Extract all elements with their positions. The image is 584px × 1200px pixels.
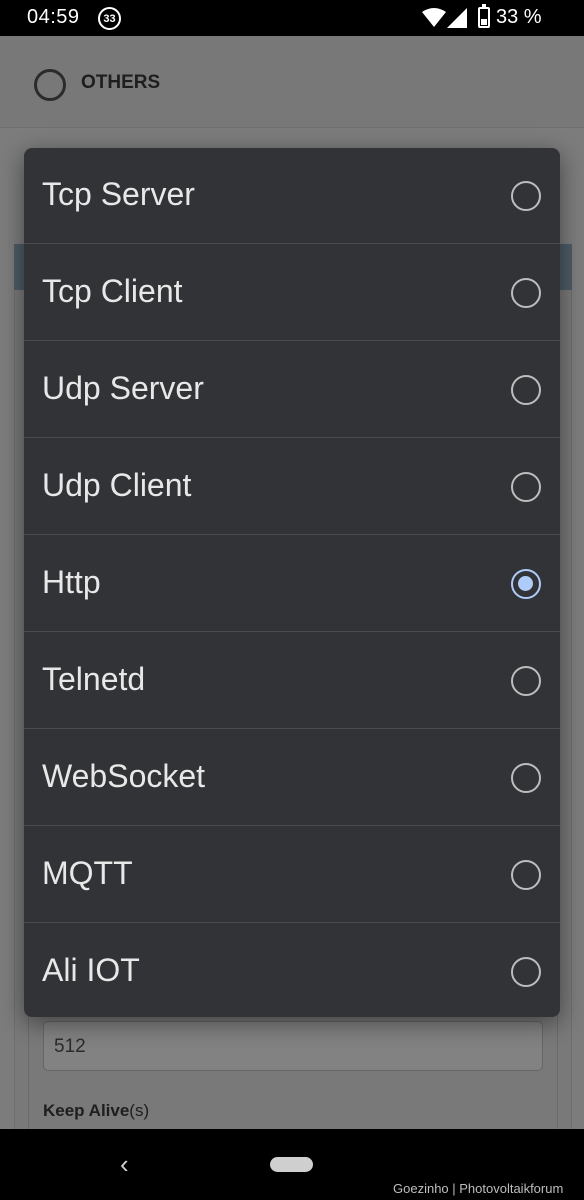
option-label: MQTT — [42, 855, 133, 891]
dribbble-icon — [34, 69, 66, 101]
radio-button[interactable] — [511, 957, 541, 987]
signal-icon — [447, 8, 467, 28]
background-input-value: 512 — [54, 1036, 86, 1057]
option-websocket[interactable]: WebSocket — [24, 730, 560, 826]
radio-button[interactable] — [511, 375, 541, 405]
option-label: Udp Server — [42, 370, 204, 406]
radio-button[interactable] — [511, 763, 541, 793]
option-label: Tcp Client — [42, 273, 183, 309]
radio-button[interactable] — [511, 278, 541, 308]
radio-button-selected[interactable] — [511, 569, 541, 599]
battery-level — [481, 19, 487, 25]
status-time: 04:59 — [27, 6, 80, 28]
radio-button[interactable] — [511, 472, 541, 502]
battery-icon — [478, 4, 490, 28]
option-label: Tcp Server — [42, 176, 195, 212]
protocol-select-dialog: Tcp Server Tcp Client Udp Server Udp Cli… — [24, 148, 560, 1017]
option-label: Udp Client — [42, 467, 192, 503]
background-input-field — [43, 1021, 543, 1071]
option-mqtt[interactable]: MQTT — [24, 827, 560, 923]
navigation-bar: ‹ Goezinho | Photovoltaikforum — [0, 1129, 584, 1200]
battery-percent: 33 % — [496, 6, 542, 28]
option-label: Ali IOT — [42, 952, 140, 988]
background-header-title: OTHERS — [81, 72, 161, 93]
watermark: Goezinho | Photovoltaikforum — [393, 1181, 564, 1196]
keep-alive-label: Keep Alive(s) — [43, 1101, 149, 1121]
radio-button[interactable] — [511, 181, 541, 211]
option-ali-iot[interactable]: Ali IOT — [24, 924, 560, 1017]
radio-button[interactable] — [511, 860, 541, 890]
option-label: Http — [42, 564, 101, 600]
keep-alive-label-text: Keep Alive — [43, 1101, 130, 1120]
radio-button[interactable] — [511, 666, 541, 696]
option-udp-client[interactable]: Udp Client — [24, 439, 560, 535]
notification-count-badge: 33 — [98, 7, 121, 30]
home-pill-button[interactable] — [270, 1157, 313, 1172]
wifi-icon — [422, 8, 446, 27]
option-label: WebSocket — [42, 758, 206, 794]
background-header: OTHERS — [0, 36, 584, 128]
status-bar: 04:59 33 33 % — [0, 0, 584, 36]
option-http[interactable]: Http — [24, 536, 560, 632]
option-label: Telnetd — [42, 661, 146, 697]
option-tcp-client[interactable]: Tcp Client — [24, 245, 560, 341]
back-icon[interactable]: ‹ — [120, 1149, 129, 1180]
keep-alive-unit: (s) — [129, 1101, 150, 1120]
option-tcp-server[interactable]: Tcp Server — [24, 148, 560, 244]
option-udp-server[interactable]: Udp Server — [24, 342, 560, 438]
option-telnetd[interactable]: Telnetd — [24, 633, 560, 729]
